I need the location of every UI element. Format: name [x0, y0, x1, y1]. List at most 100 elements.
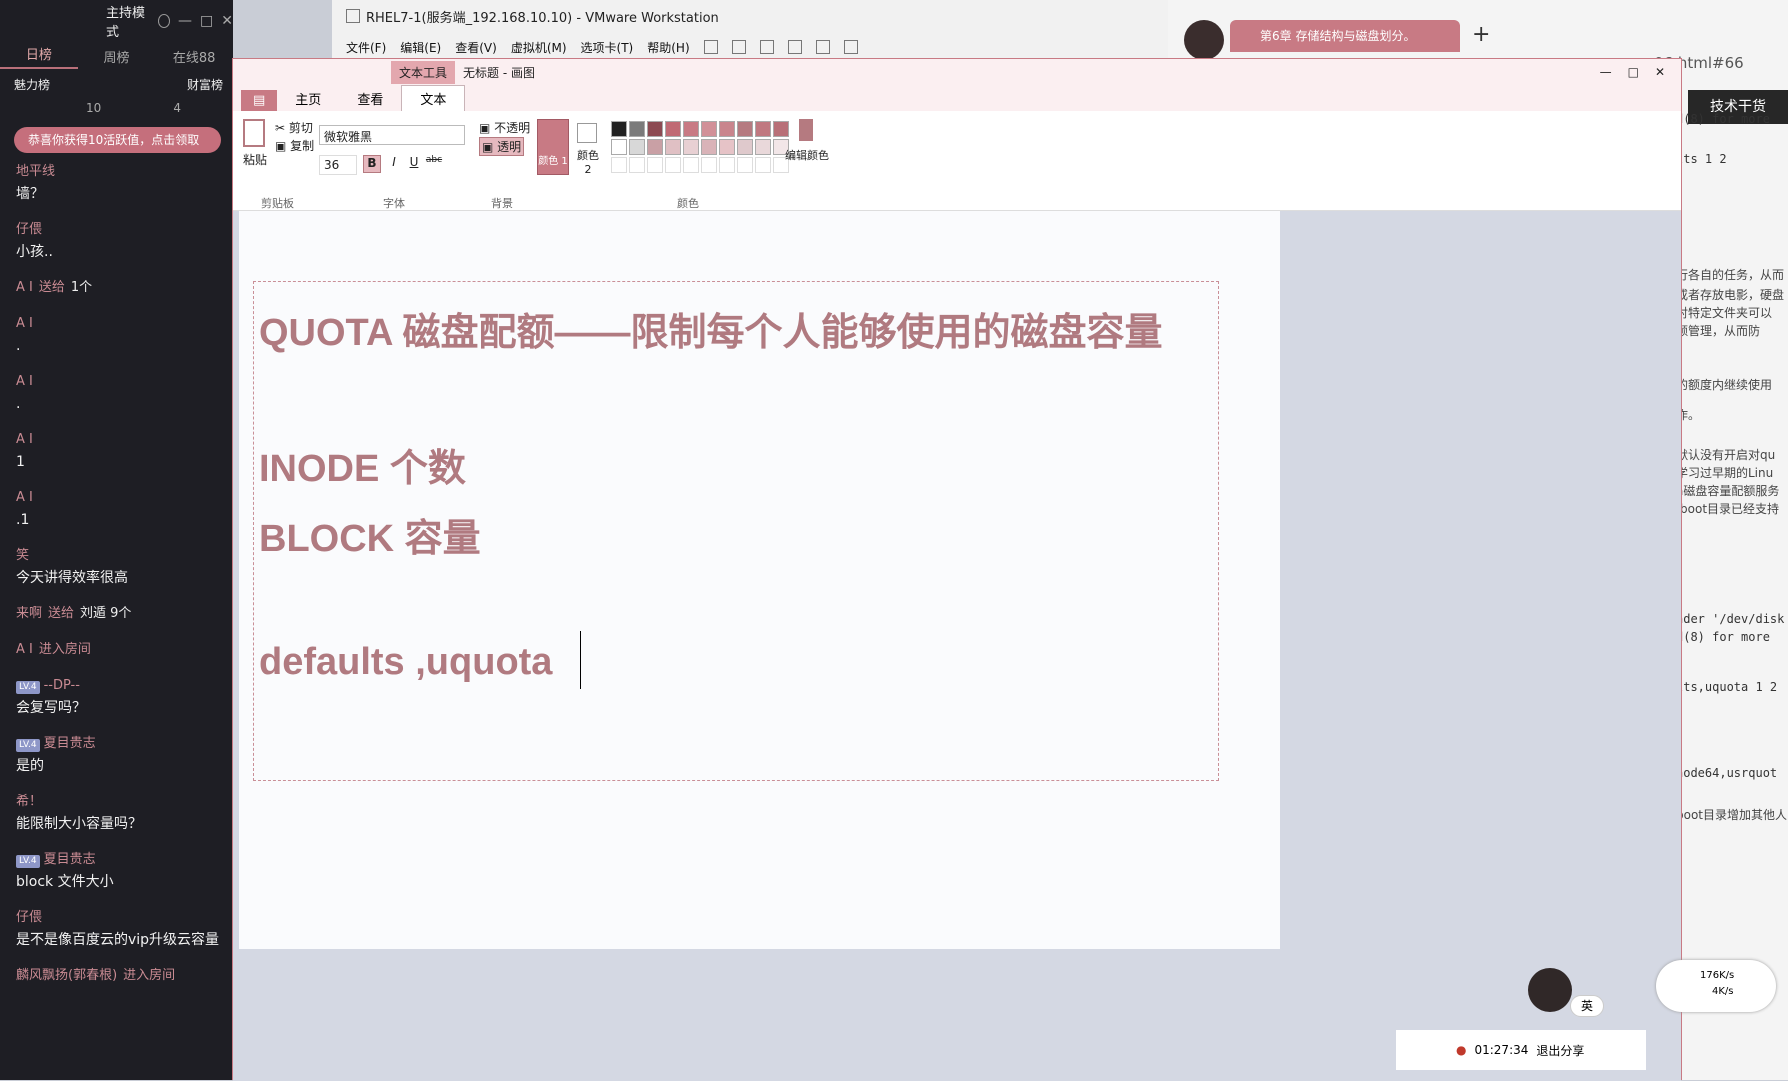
cut-button[interactable]: ✂ 剪切: [275, 119, 313, 136]
tab-daily[interactable]: 日榜: [0, 44, 78, 69]
charm-rank-label[interactable]: 魅力榜: [14, 76, 50, 93]
console-icon[interactable]: [815, 40, 830, 54]
chat-message: A I.: [16, 371, 233, 415]
gift-banner[interactable]: 恭喜你获得10活跃值，点击领取: [14, 127, 221, 153]
palette-swatch-empty[interactable]: [737, 157, 753, 173]
font-size-select[interactable]: 36: [319, 155, 357, 175]
palette-swatch[interactable]: [755, 121, 771, 137]
tab-weekly[interactable]: 周榜: [78, 47, 156, 66]
paint-window: 文本工具 无标题 - 画图 — □ ✕ ▤ 主页 查看 文本 粘贴 ✂ 剪切 ▣…: [232, 58, 1682, 1081]
palette-swatch[interactable]: [701, 139, 717, 155]
close-icon[interactable]: ✕: [1655, 65, 1665, 79]
chat-user[interactable]: 麟风飘扬(郭春根) 进入房间: [16, 965, 233, 987]
palette-swatch[interactable]: [719, 121, 735, 137]
palette-swatch[interactable]: [773, 121, 789, 137]
chat-user[interactable]: LV.4 夏目贵志: [16, 733, 233, 755]
palette-swatch[interactable]: [629, 121, 645, 137]
chat-user[interactable]: 希！: [16, 791, 233, 813]
chat-user[interactable]: 地平线: [16, 161, 233, 183]
opaque-button[interactable]: ▣ 不透明: [479, 119, 530, 136]
palette-swatch-empty[interactable]: [701, 157, 717, 173]
palette-swatch[interactable]: [701, 121, 717, 137]
menu-view[interactable]: 查看(V): [455, 39, 497, 56]
stop-share-button[interactable]: 退出分享: [1536, 1042, 1584, 1059]
chat-user[interactable]: A I 进入房间: [16, 639, 233, 661]
italic-button[interactable]: I: [385, 155, 403, 173]
font-family-select[interactable]: 微软雅黑: [319, 125, 465, 145]
chat-user[interactable]: LV.4 夏目贵志: [16, 849, 233, 871]
chat-username: 夏目贵志: [43, 736, 96, 751]
palette-swatch[interactable]: [647, 139, 663, 155]
menu-file[interactable]: 文件(F): [346, 39, 386, 56]
paste-icon[interactable]: [243, 119, 265, 147]
maximize-icon[interactable]: □: [200, 13, 213, 29]
color2-swatch[interactable]: [577, 123, 597, 143]
ime-indicator[interactable]: 英: [1570, 995, 1604, 1017]
transparent-button[interactable]: ▣ 透明: [479, 137, 525, 156]
network-icon[interactable]: [731, 40, 746, 54]
maximize-icon[interactable]: □: [1628, 65, 1639, 79]
settings-icon[interactable]: [157, 14, 171, 28]
pause-icon[interactable]: [703, 40, 718, 54]
underline-button[interactable]: U: [405, 155, 423, 173]
new-tab-button[interactable]: +: [1472, 22, 1490, 47]
close-icon[interactable]: ✕: [221, 13, 233, 29]
wealth-rank-label[interactable]: 财富榜: [187, 76, 223, 93]
palette-swatch[interactable]: [737, 121, 753, 137]
minimize-icon[interactable]: —: [1600, 65, 1612, 79]
drawing-canvas[interactable]: QUOTA 磁盘配额——限制每个人能够使用的磁盘容量 INODE 个数 BLOC…: [239, 211, 1280, 949]
snapshot-icon[interactable]: [759, 40, 774, 54]
fullscreen-icon[interactable]: [843, 40, 858, 54]
chat-user[interactable]: LV.4 --DP--: [16, 675, 233, 697]
minimize-icon[interactable]: —: [178, 13, 192, 29]
chat-user[interactable]: 仔偎: [16, 907, 233, 929]
palette-swatch[interactable]: [683, 139, 699, 155]
paste-button[interactable]: 粘贴: [243, 151, 267, 168]
palette-swatch-empty[interactable]: [719, 157, 735, 173]
strikethrough-button[interactable]: abc: [425, 155, 443, 173]
palette-swatch-empty[interactable]: [755, 157, 771, 173]
palette-swatch[interactable]: [647, 121, 663, 137]
palette-swatch[interactable]: [665, 139, 681, 155]
palette-swatch[interactable]: [683, 121, 699, 137]
palette-swatch[interactable]: [755, 139, 771, 155]
color1-button[interactable]: 颜色 1: [537, 119, 569, 175]
edit-colors-icon[interactable]: [799, 119, 813, 141]
palette-swatch[interactable]: [611, 139, 627, 155]
palette-swatch[interactable]: [719, 139, 735, 155]
browser-tab[interactable]: 第6章 存储结构与磁盘划分。: [1230, 20, 1460, 52]
chat-user[interactable]: 来啊 送给 刘遁 9个: [16, 603, 233, 625]
tab-home[interactable]: 主页: [277, 86, 339, 111]
chat-user[interactable]: A I: [16, 371, 233, 393]
palette-swatch[interactable]: [629, 139, 645, 155]
menu-vm[interactable]: 虚拟机(M): [511, 39, 567, 56]
chat-user[interactable]: A I 送给 1个: [16, 277, 233, 299]
chat-user[interactable]: A I: [16, 313, 233, 335]
color2-button[interactable]: 颜色 2: [573, 147, 603, 176]
file-menu-button[interactable]: ▤: [241, 90, 278, 111]
menu-help[interactable]: 帮助(H): [647, 39, 689, 56]
palette-swatch[interactable]: [611, 121, 627, 137]
chat-username: --DP--: [43, 678, 80, 693]
tab-text[interactable]: 文本: [401, 85, 466, 111]
edit-colors-button[interactable]: 编辑颜色: [785, 147, 829, 163]
view-icon[interactable]: [787, 40, 802, 54]
chat-user[interactable]: A I: [16, 487, 233, 509]
palette-swatch-empty[interactable]: [647, 157, 663, 173]
menu-edit[interactable]: 编辑(E): [400, 39, 441, 56]
palette-swatch-empty[interactable]: [611, 157, 627, 173]
tab-view[interactable]: 查看: [339, 86, 401, 111]
palette-swatch-empty[interactable]: [629, 157, 645, 173]
palette-swatch-empty[interactable]: [683, 157, 699, 173]
palette-swatch[interactable]: [737, 139, 753, 155]
chat-user[interactable]: A I: [16, 429, 233, 451]
bold-button[interactable]: B: [363, 155, 381, 173]
palette-swatch-empty[interactable]: [665, 157, 681, 173]
tab-online[interactable]: 在线88: [155, 47, 233, 66]
chat-text: 能限制大小容量吗？: [16, 816, 142, 832]
copy-button[interactable]: ▣ 复制: [275, 137, 314, 154]
palette-swatch[interactable]: [665, 121, 681, 137]
chat-user[interactable]: 笑: [16, 545, 233, 567]
menu-tabs[interactable]: 选项卡(T): [581, 39, 634, 56]
chat-user[interactable]: 仔偎: [16, 219, 233, 241]
